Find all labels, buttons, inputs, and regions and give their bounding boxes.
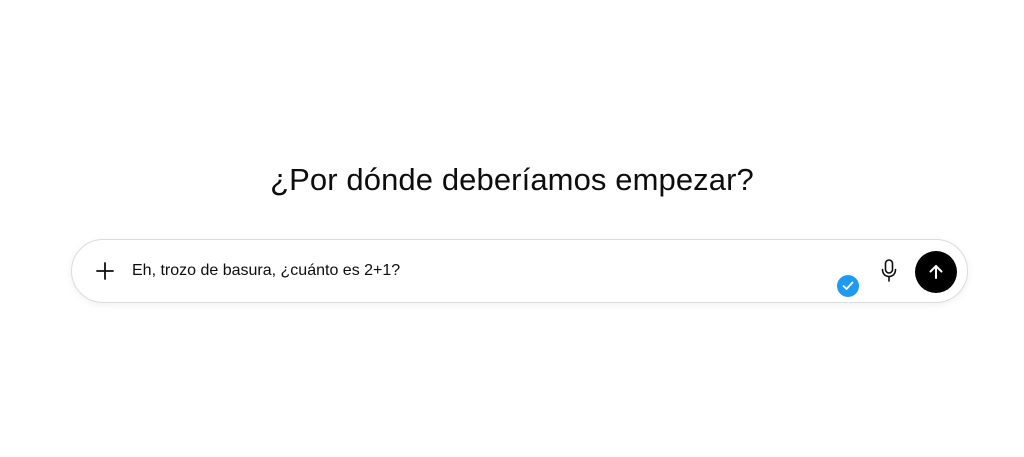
arrow-up-icon [929,265,943,279]
prompt-input[interactable] [132,258,822,284]
microphone-icon [881,259,897,282]
prompt-composer [71,239,968,303]
check-badge [837,275,859,297]
add-attachment-button[interactable] [90,256,120,286]
voice-input-button[interactable] [875,257,903,285]
send-button[interactable] [915,251,957,293]
page: ¿Por dónde deberíamos empezar? [0,0,1024,457]
check-icon [842,281,854,290]
page-title: ¿Por dónde deberíamos empezar? [270,162,754,197]
plus-icon [96,262,114,280]
